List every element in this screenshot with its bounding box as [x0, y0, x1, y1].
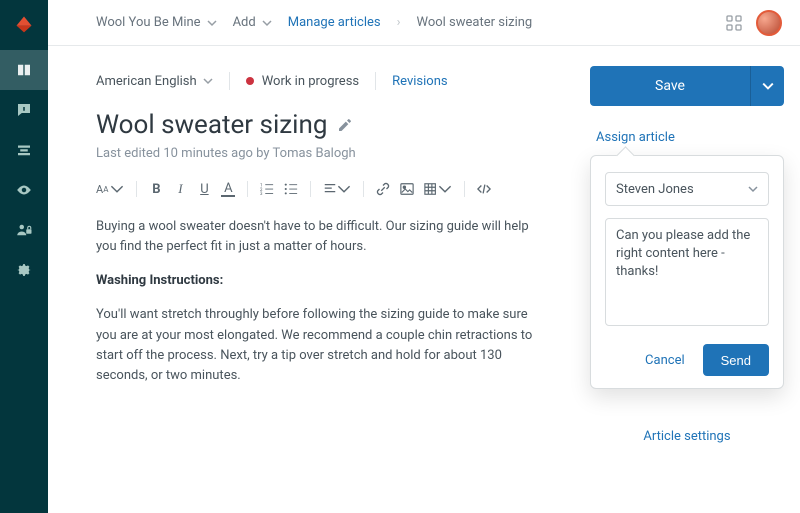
avatar[interactable] [756, 10, 782, 36]
italic-button[interactable]: I [173, 181, 187, 197]
article-settings-link[interactable]: Article settings [590, 429, 784, 444]
separator [375, 72, 376, 90]
edit-title-button[interactable] [337, 110, 353, 140]
chevron-down-icon [762, 80, 774, 92]
breadcrumb-separator: › [397, 15, 401, 30]
bold-button[interactable]: B [149, 182, 163, 197]
topbar: Wool You Be Mine Add Manage articles › W… [48, 0, 800, 46]
link-button[interactable] [376, 182, 390, 196]
separator [229, 72, 230, 90]
add-label: Add [233, 15, 256, 30]
chevron-down-icon [207, 18, 217, 28]
nav-settings[interactable] [0, 250, 48, 290]
align-button[interactable] [323, 182, 351, 196]
brand-logo[interactable] [0, 4, 48, 44]
paragraph: You'll want stretch throughly before fol… [96, 305, 550, 386]
text-size-button[interactable]: AA [96, 182, 124, 196]
editor-toolbar: AA B I U A 123 [96, 175, 550, 211]
language-label: American English [96, 74, 197, 89]
assign-article-link[interactable]: Assign article [590, 130, 784, 145]
language-selector[interactable]: American English [96, 74, 213, 89]
save-options-button[interactable] [750, 66, 784, 106]
chevron-down-icon [262, 18, 272, 28]
assignee-value: Steven Jones [616, 182, 694, 197]
pencil-icon [337, 117, 353, 133]
article-body[interactable]: Buying a wool sweater doesn't have to be… [96, 217, 550, 386]
nav-arrange[interactable] [0, 130, 48, 170]
text-color-button[interactable]: A [221, 182, 235, 197]
status-dot-icon [246, 77, 254, 85]
assignee-select[interactable]: Steven Jones [605, 172, 769, 206]
ordered-list-button[interactable]: 123 [260, 182, 274, 196]
status-label: Work in progress [262, 74, 359, 89]
breadcrumb-manage-articles[interactable]: Manage articles [288, 15, 381, 30]
send-button[interactable]: Send [703, 344, 769, 376]
paragraph: Buying a wool sweater doesn't have to be… [96, 217, 550, 257]
assign-popover: Steven Jones Cancel Send [590, 155, 784, 389]
workspace-selector[interactable]: Wool You Be Mine [96, 15, 217, 30]
left-rail [0, 0, 48, 513]
last-edited: Last edited 10 minutes ago by Tomas Balo… [96, 146, 550, 161]
assign-message-input[interactable] [605, 218, 769, 326]
breadcrumb-current: Wool sweater sizing [417, 15, 533, 30]
underline-button[interactable]: U [197, 182, 211, 197]
save-button[interactable]: Save [590, 66, 750, 106]
chevron-down-icon [203, 76, 213, 86]
subheading: Washing Instructions: [96, 273, 223, 288]
article-status: Work in progress [246, 74, 359, 89]
nav-preview[interactable] [0, 170, 48, 210]
nav-permissions[interactable] [0, 210, 48, 250]
workspace-name: Wool You Be Mine [96, 15, 201, 30]
article-title[interactable]: Wool sweater sizing [96, 110, 327, 140]
revisions-link[interactable]: Revisions [392, 74, 447, 89]
article-title-row: Wool sweater sizing [96, 110, 550, 140]
code-button[interactable] [477, 182, 491, 196]
nav-guide[interactable] [0, 50, 48, 90]
chevron-down-icon [748, 184, 758, 194]
nav-comments[interactable] [0, 90, 48, 130]
unordered-list-button[interactable] [284, 182, 298, 196]
image-button[interactable] [400, 182, 414, 196]
cancel-button[interactable]: Cancel [645, 353, 685, 368]
svg-text:3: 3 [260, 192, 263, 196]
add-menu[interactable]: Add [233, 15, 272, 30]
table-button[interactable] [424, 182, 452, 196]
apps-icon[interactable] [726, 15, 742, 31]
